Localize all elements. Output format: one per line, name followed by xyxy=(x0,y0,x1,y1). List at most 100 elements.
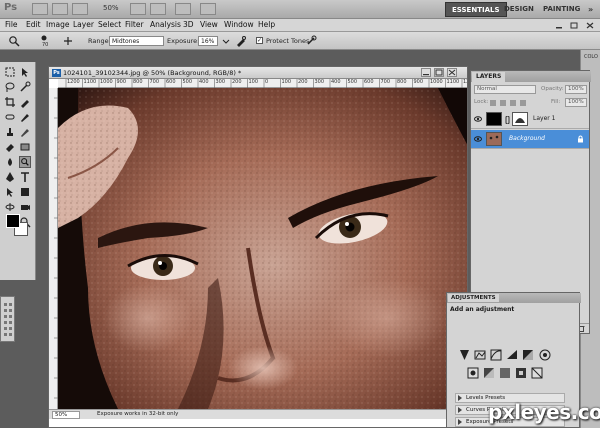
gradient-tool-icon[interactable] xyxy=(19,141,31,153)
menu-view[interactable]: View xyxy=(200,20,218,29)
status-zoom-field[interactable]: 50% xyxy=(52,411,80,419)
path-selection-tool-icon[interactable] xyxy=(4,186,16,198)
healing-brush-tool-icon[interactable] xyxy=(4,111,16,123)
ruler-tick-label: 200 xyxy=(298,79,308,85)
minibridge-button[interactable] xyxy=(52,3,68,15)
layers-tab[interactable]: LAYERS xyxy=(472,72,506,82)
lasso-tool-icon[interactable] xyxy=(4,81,16,93)
brush-panel-icon[interactable] xyxy=(62,35,74,47)
blend-mode-select[interactable]: Normal xyxy=(474,85,536,94)
menu-analysis[interactable]: Analysis xyxy=(150,20,181,29)
exposure-input[interactable]: 16% xyxy=(198,36,218,46)
adjustment-icons-row-2[interactable] xyxy=(467,367,567,379)
doc-close-button[interactable] xyxy=(447,68,457,77)
fill-input[interactable]: 100% xyxy=(565,98,587,107)
ruler-tick-label: 800 xyxy=(133,79,143,85)
eyedropper-tool-icon[interactable] xyxy=(19,96,31,108)
lock-icons[interactable] xyxy=(489,99,529,107)
zoom-tool-button[interactable] xyxy=(150,3,166,15)
screen-mode-button[interactable] xyxy=(200,3,216,15)
workspace-more[interactable]: » xyxy=(582,2,599,17)
brush-tool-icon[interactable] xyxy=(19,111,31,123)
shape-tool-icon[interactable] xyxy=(19,186,31,198)
crop-tool-icon[interactable] xyxy=(4,96,16,108)
menu-window[interactable]: Window xyxy=(224,20,254,29)
vertical-ruler[interactable] xyxy=(49,88,58,409)
minimize-icon[interactable] xyxy=(555,22,563,29)
expand-arrow-icon xyxy=(458,419,462,425)
menu-help[interactable]: Help xyxy=(258,20,275,29)
workspace-design[interactable]: DESIGN xyxy=(498,2,540,17)
ruler-tick-label: 700 xyxy=(380,79,391,85)
ruler-tick-label: 300 xyxy=(314,79,325,85)
quick-selection-tool-icon[interactable] xyxy=(19,81,31,93)
ruler-tick-label: 500 xyxy=(182,79,193,85)
bridge-button[interactable] xyxy=(32,3,48,15)
protect-tones-checkbox[interactable]: ✓ xyxy=(256,37,263,44)
ruler-tick-label: 600 xyxy=(166,79,176,85)
3d-camera-tool-icon[interactable] xyxy=(19,201,31,213)
menu-bar: File Edit Image Layer Select Filter Anal… xyxy=(0,19,600,32)
layer-row[interactable]: Background xyxy=(471,130,589,149)
ruler-tick-label: 500 xyxy=(347,79,358,85)
exposure-slider-icon[interactable] xyxy=(220,35,232,47)
eraser-tool-icon[interactable] xyxy=(4,141,16,153)
3d-rotate-tool-icon[interactable] xyxy=(4,201,16,213)
close-icon[interactable] xyxy=(586,22,594,29)
layer-row[interactable]: Layer 1 xyxy=(471,110,589,129)
doc-minimize-button[interactable] xyxy=(421,68,431,77)
close-icon xyxy=(448,69,456,76)
menu-3d[interactable]: 3D xyxy=(183,20,194,29)
range-select[interactable]: Midtones xyxy=(109,36,164,46)
exposure-label: Exposure: xyxy=(167,37,200,45)
hand-tool-button[interactable] xyxy=(130,3,146,15)
marquee-tool-icon[interactable] xyxy=(4,66,16,78)
horizontal-ruler[interactable]: 1200 1100 1000 900 800 700 600 500 400 300 200 100 0… xyxy=(58,79,467,88)
pen-tool-icon[interactable] xyxy=(4,171,16,183)
document-titlebar[interactable]: Ps 1024101_39102344.jpg @ 50% (Backgroun… xyxy=(49,67,467,79)
brightness-contrast-icon xyxy=(460,350,469,360)
exposure-icon xyxy=(507,350,517,359)
adjustments-heading: Add an adjustment xyxy=(450,306,515,313)
zoom-level[interactable]: 50% xyxy=(103,4,119,12)
tablet-pressure-icon[interactable] xyxy=(305,35,317,47)
menu-filter[interactable]: Filter xyxy=(125,20,144,29)
dodge-tool-preset-icon[interactable] xyxy=(8,35,20,47)
brush-size[interactable]: 70 xyxy=(42,42,48,48)
menu-layer[interactable]: Layer xyxy=(73,20,94,29)
eye-icon[interactable] xyxy=(474,115,482,123)
adjustment-icons-row-1[interactable] xyxy=(459,349,569,361)
type-tool-icon[interactable] xyxy=(19,171,31,183)
history-brush-tool-icon[interactable] xyxy=(19,126,31,138)
foreground-color-swatch[interactable] xyxy=(6,214,20,228)
airbrush-icon[interactable] xyxy=(235,35,247,47)
expand-arrow-icon xyxy=(458,395,462,401)
layer-name: Layer 1 xyxy=(533,115,556,122)
menu-image[interactable]: Image xyxy=(46,20,70,29)
image-canvas[interactable] xyxy=(58,88,467,409)
layer-mask-thumbnail[interactable] xyxy=(512,112,528,126)
doc-maximize-button[interactable] xyxy=(434,68,444,77)
move-tool-icon[interactable] xyxy=(19,66,31,78)
menu-edit[interactable]: Edit xyxy=(26,20,41,29)
workspace-painting[interactable]: PAINTING xyxy=(537,2,586,17)
layer-thumbnail xyxy=(486,132,502,146)
menu-select[interactable]: Select xyxy=(98,20,121,29)
maximize-icon[interactable] xyxy=(570,22,578,29)
document-window: Ps 1024101_39102344.jpg @ 50% (Backgroun… xyxy=(48,66,468,428)
tool-flyout-handle[interactable] xyxy=(0,296,15,342)
range-label: Range: xyxy=(88,37,111,45)
arrange-documents-button[interactable] xyxy=(175,3,191,15)
dodge-tool-icon[interactable] xyxy=(19,156,31,168)
clone-stamp-tool-icon[interactable] xyxy=(4,126,16,138)
blur-tool-icon[interactable] xyxy=(4,156,16,168)
color-panel-tab[interactable]: COLO xyxy=(584,54,598,60)
opacity-input[interactable]: 100% xyxy=(565,85,587,94)
eye-icon[interactable] xyxy=(474,135,482,143)
view-extras-button[interactable] xyxy=(72,3,88,15)
photoshop-logo: Ps xyxy=(4,2,18,13)
menu-file[interactable]: File xyxy=(5,20,18,29)
link-icon xyxy=(505,116,510,124)
adjustments-tab[interactable]: ADJUSTMENTS xyxy=(448,294,499,302)
layer-thumbnail xyxy=(486,112,502,126)
